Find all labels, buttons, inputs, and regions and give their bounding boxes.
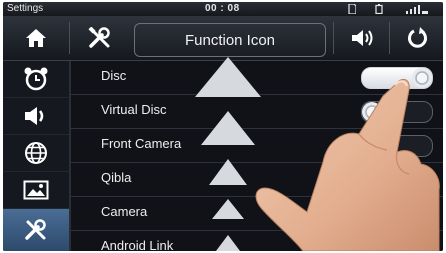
screen: Settings 00 : 08 Function Icon Disc Virt… [3, 2, 443, 251]
pointing-hand-image [255, 78, 440, 251]
